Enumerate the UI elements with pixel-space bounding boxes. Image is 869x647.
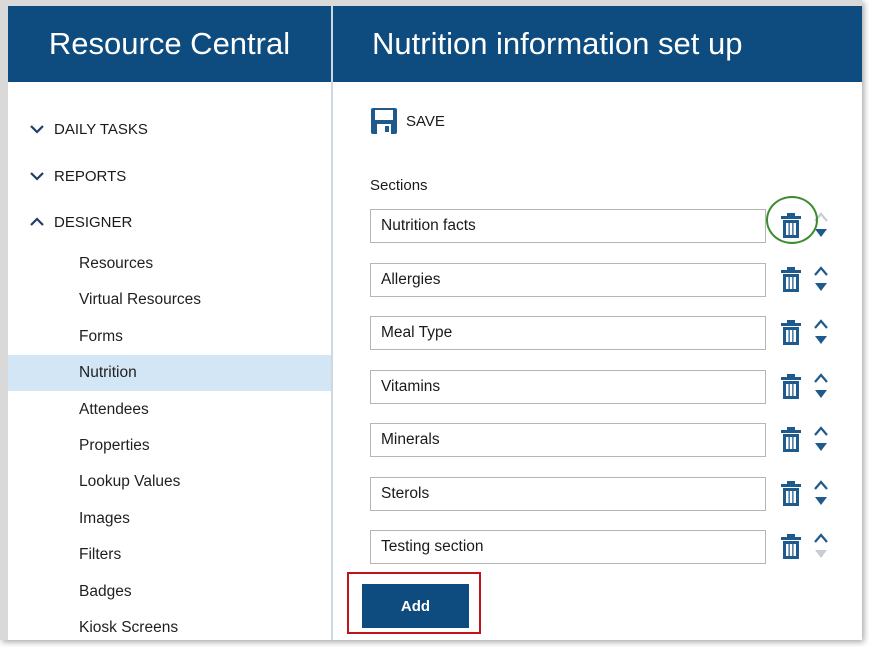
app-title: Resource Central — [48, 26, 291, 61]
chevron-down-icon — [30, 172, 44, 181]
sidebar-item-forms[interactable]: Forms — [8, 319, 331, 355]
section-name-input[interactable] — [370, 423, 766, 457]
section-name-input[interactable] — [370, 316, 766, 350]
trash-icon[interactable] — [777, 373, 805, 401]
move-up-icon[interactable] — [814, 425, 828, 437]
sidebar-item-label: Properties — [79, 437, 150, 454]
sidebar-section-daily-tasks[interactable]: DAILY TASKS — [28, 118, 148, 140]
sidebar-item-images[interactable]: Images — [8, 501, 331, 537]
section-name-input[interactable] — [370, 477, 766, 511]
save-label: SAVE — [406, 112, 445, 130]
sidebar-item-label: Lookup Values — [79, 473, 181, 490]
reorder-arrows — [814, 479, 828, 509]
reorder-arrows — [814, 318, 828, 348]
trash-icon[interactable] — [777, 480, 805, 508]
sidebar-item-filters[interactable]: Filters — [8, 537, 331, 573]
sidebar-item-label: Badges — [79, 583, 132, 600]
sections-label: Sections — [370, 177, 428, 194]
sidebar-item-nutrition[interactable]: Nutrition — [8, 355, 331, 391]
move-down-icon[interactable] — [814, 388, 828, 400]
move-up-icon[interactable] — [814, 265, 828, 277]
reorder-arrows — [814, 425, 828, 455]
sidebar-item-label: Kiosk Screens — [79, 619, 179, 636]
section-name-input[interactable] — [370, 209, 766, 243]
sidebar-item-kiosk-screens[interactable]: Kiosk Screens — [8, 610, 331, 640]
sidebar-section-label: DESIGNER — [54, 213, 133, 231]
sidebar-section-designer[interactable]: DESIGNER — [28, 211, 132, 233]
move-down-icon[interactable] — [814, 227, 828, 239]
move-down-icon[interactable] — [814, 495, 828, 507]
section-name-input[interactable] — [370, 370, 766, 404]
add-section-button[interactable]: Add — [362, 584, 469, 628]
section-row — [370, 370, 840, 404]
section-row — [370, 316, 840, 350]
sidebar-item-label: Attendees — [79, 401, 149, 418]
sidebar-item-label: Filters — [79, 546, 122, 563]
sidebar-item-label: Forms — [79, 328, 123, 345]
move-down-icon — [815, 550, 827, 558]
move-up-icon — [814, 212, 828, 222]
section-row — [370, 423, 840, 457]
sidebar-section-reports[interactable]: REPORTS — [28, 165, 126, 187]
reorder-arrows — [814, 265, 828, 295]
page-header: Nutrition information set up — [333, 6, 862, 82]
reorder-arrows — [814, 211, 828, 241]
move-down-icon[interactable] — [814, 441, 828, 453]
trash-icon[interactable] — [777, 212, 805, 240]
sidebar-item-label: Virtual Resources — [79, 291, 202, 308]
sidebar-item-label: Resources — [79, 255, 154, 272]
trash-icon[interactable] — [777, 319, 805, 347]
reorder-arrows — [814, 372, 828, 402]
section-name-input[interactable] — [370, 530, 766, 564]
trash-icon[interactable] — [777, 266, 805, 294]
app-header: Resource Central — [8, 6, 331, 82]
sidebar: DAILY TASKS REPORTS DESIGNER Resources V… — [8, 82, 331, 640]
main-content: SAVE Sections Add — [333, 82, 862, 640]
move-up-icon[interactable] — [814, 318, 828, 330]
page-title: Nutrition information set up — [372, 26, 743, 61]
floppy-disk-icon — [371, 108, 397, 134]
sidebar-section-label: DAILY TASKS — [54, 120, 148, 138]
move-down-icon[interactable] — [814, 281, 828, 293]
section-row — [370, 530, 840, 564]
save-button[interactable]: SAVE — [370, 106, 445, 136]
trash-icon[interactable] — [777, 533, 805, 561]
sidebar-item-resources[interactable]: Resources — [8, 246, 331, 282]
section-name-input[interactable] — [370, 263, 766, 297]
sidebar-item-label: Images — [79, 510, 130, 527]
sidebar-item-virtual-resources[interactable]: Virtual Resources — [8, 282, 331, 318]
sidebar-item-properties[interactable]: Properties — [8, 428, 331, 464]
app-window: Resource Central Nutrition information s… — [0, 0, 862, 640]
section-row — [370, 263, 840, 297]
move-up-icon[interactable] — [814, 479, 828, 491]
sidebar-item-label: Nutrition — [79, 364, 137, 381]
move-down-icon[interactable] — [814, 334, 828, 346]
sidebar-item-badges[interactable]: Badges — [8, 574, 331, 610]
section-row — [370, 196, 840, 244]
chevron-down-icon — [30, 125, 44, 134]
move-up-icon[interactable] — [814, 532, 828, 544]
sidebar-item-lookup-values[interactable]: Lookup Values — [8, 464, 331, 500]
sidebar-item-attendees[interactable]: Attendees — [8, 392, 331, 428]
reorder-arrows — [814, 532, 828, 562]
trash-icon[interactable] — [777, 426, 805, 454]
move-up-icon[interactable] — [814, 372, 828, 384]
sidebar-section-label: REPORTS — [54, 167, 127, 185]
chevron-up-icon — [30, 217, 44, 226]
section-row — [370, 477, 840, 511]
